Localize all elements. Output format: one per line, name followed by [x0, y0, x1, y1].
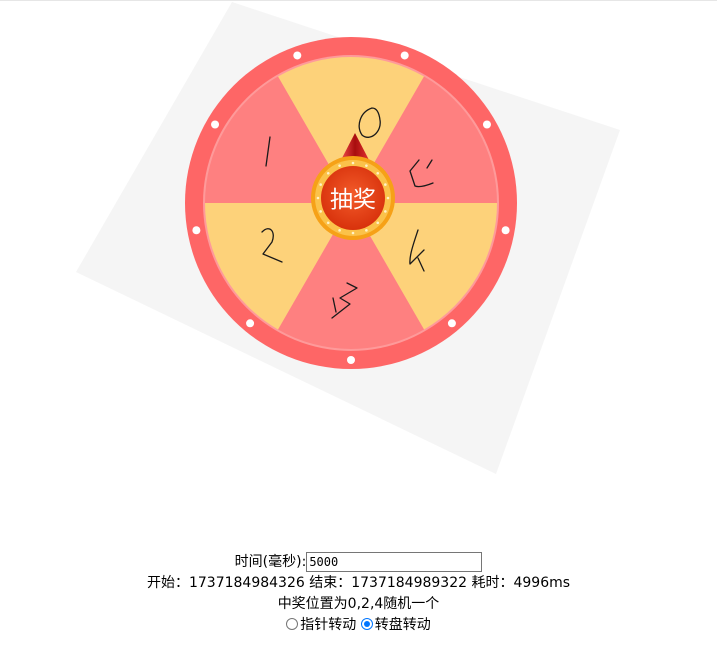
time-row: 时间(毫秒):: [0, 552, 717, 573]
mode-radio-wheel[interactable]: [360, 618, 373, 630]
end-label: 结束：: [309, 575, 352, 591]
button-stud: [338, 229, 341, 232]
lottery-wheel-svg: 抽奖: [76, 2, 620, 474]
button-stud: [384, 210, 387, 213]
elapsed-label: 耗时：: [471, 575, 514, 591]
start-label: 开始：: [146, 575, 189, 591]
ring-dot: [192, 226, 201, 235]
draw-button[interactable]: 抽奖: [311, 156, 395, 240]
mode-option-wheel[interactable]: 转盘转动: [360, 617, 431, 633]
time-label: 时间(毫秒):: [234, 554, 307, 570]
prize-note-row: 中奖位置为0,2,4随机一个: [0, 594, 717, 615]
button-stud: [319, 183, 322, 186]
button-stud: [338, 164, 341, 167]
button-stud: [351, 231, 355, 235]
button-stud: [365, 229, 368, 232]
button-stud: [316, 196, 320, 200]
mode-row: 指针转动 转盘转动: [0, 615, 717, 636]
button-stud: [386, 196, 390, 200]
lottery-stage: 抽奖: [0, 0, 717, 520]
button-stud: [365, 164, 368, 167]
button-stud: [376, 221, 380, 225]
mode-radio-pointer[interactable]: [286, 618, 299, 630]
end-value: 1737184989322: [351, 575, 468, 591]
ring-dot: [501, 226, 510, 235]
ring-dot: [400, 51, 409, 60]
button-stud: [376, 171, 380, 175]
mode-label-pointer: 指针转动: [300, 617, 357, 633]
elapsed-value: 4996ms: [513, 575, 571, 591]
start-value: 1737184984326: [188, 575, 305, 591]
time-input[interactable]: [306, 552, 483, 572]
ring-dot: [347, 356, 355, 364]
prize-note: 中奖位置为0,2,4随机一个: [277, 596, 440, 612]
result-row: 开始：1737184984326 结束：1737184989322 耗时：499…: [0, 573, 717, 594]
button-stud: [326, 221, 330, 225]
ring-dot: [211, 120, 220, 129]
mode-label-wheel: 转盘转动: [374, 617, 431, 633]
button-stud: [384, 183, 387, 186]
draw-button-label[interactable]: 抽奖: [330, 187, 376, 213]
mode-option-pointer[interactable]: 指针转动: [286, 617, 360, 633]
button-stud: [319, 210, 322, 213]
button-stud: [351, 161, 355, 165]
ring-dot: [246, 319, 255, 328]
controls-panel: 时间(毫秒): 开始：1737184984326 结束：173718498932…: [0, 552, 717, 636]
button-stud: [326, 171, 330, 175]
ring-dot: [293, 51, 302, 60]
ring-dot: [482, 120, 491, 129]
ring-dot: [447, 319, 456, 328]
